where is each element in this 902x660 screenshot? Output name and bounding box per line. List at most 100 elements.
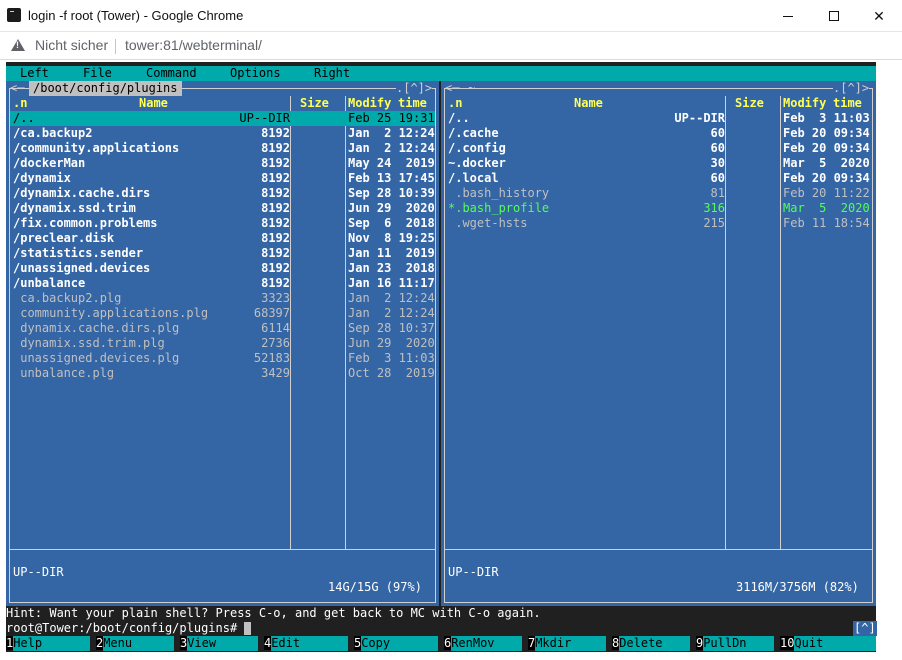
right-file-row[interactable]: /.local 60 Feb 20 09:34 xyxy=(441,171,871,186)
url-text[interactable]: tower:81/webterminal/ xyxy=(125,37,262,53)
function-key-bar: 1 Help 2 Menu 3 View 4 Edit 5 Copy 6 RenMov 7 Mkdir 8 D… xyxy=(6,636,876,651)
left-panel-corner[interactable]: .[^]> xyxy=(396,81,433,96)
left-file-row[interactable]: /dynamix 8192 Feb 13 17:45 xyxy=(6,171,436,186)
scroll-indicator[interactable]: [^] xyxy=(853,621,877,636)
right-file-row[interactable]: /.cache 60 Feb 20 09:34 xyxy=(441,126,871,141)
left-file-name: /community.applications xyxy=(13,141,180,155)
left-file-row[interactable]: /unassigned.devices 8192 Jan 23 2018 xyxy=(6,261,436,276)
left-hdr-time[interactable]: time xyxy=(398,96,427,111)
fkey-help-button[interactable]: 1 Help xyxy=(6,636,90,651)
right-hdr-sort[interactable]: .n xyxy=(448,96,462,111)
menu-options[interactable]: Options xyxy=(230,66,281,81)
left-file-row[interactable]: /dynamix.cache.dirs 8192 Sep 28 10:39 xyxy=(6,186,436,201)
left-file-date: Sep 28 10:37 xyxy=(348,321,435,335)
fkey-pulldn-button[interactable]: 9 PullDn xyxy=(696,636,774,651)
left-disk-usage: 14G/15G (97%) xyxy=(326,580,424,595)
left-file-size: 52183 xyxy=(253,351,290,365)
right-file-row[interactable]: /.. UP--DIR Feb 3 11:03 xyxy=(441,111,871,126)
right-file-size: 60 xyxy=(710,126,725,140)
left-panel-path[interactable]: /boot/config/plugins xyxy=(29,81,182,96)
right-panel-path[interactable]: ~ xyxy=(468,81,475,96)
fkey-label: Copy xyxy=(361,636,438,651)
left-file-row[interactable]: /.. UP--DIR Feb 25 19:31 xyxy=(6,111,436,126)
right-file-row[interactable]: *.bash_profile 316 Mar 5 2020 xyxy=(441,201,871,216)
fkey-mkdir-button[interactable]: 7 Mkdir xyxy=(528,636,606,651)
left-file-name: /fix.common.problems xyxy=(13,216,158,230)
left-panel[interactable]: <─ /boot/config/plugins .[^]> .n Name Si… xyxy=(6,81,439,606)
left-file-name: /.. xyxy=(13,111,35,125)
left-panel-status: UP--DIR xyxy=(13,565,64,579)
maximize-button[interactable] xyxy=(811,0,857,32)
menu-file[interactable]: File xyxy=(83,66,112,81)
right-file-date: Feb 20 09:34 xyxy=(783,126,870,140)
right-file-name: .wget-hsts xyxy=(448,216,528,230)
left-file-row[interactable]: dynamix.cache.dirs.plg 6114 Sep 28 10:37 xyxy=(6,321,436,336)
left-file-row[interactable]: unbalance.plg 3429 Oct 28 2019 xyxy=(6,366,436,381)
left-file-row[interactable]: /dynamix.ssd.trim 8192 Jun 29 2020 xyxy=(6,201,436,216)
right-hdr-size[interactable]: Size xyxy=(735,96,764,111)
minimize-button[interactable] xyxy=(765,0,811,32)
left-hdr-size[interactable]: Size xyxy=(300,96,329,111)
left-file-row[interactable]: /dockerMan 8192 May 24 2019 xyxy=(6,156,436,171)
fkey-label: Help xyxy=(13,636,90,651)
right-disk-usage: 3116M/3756M (82%) xyxy=(734,580,861,595)
close-button[interactable]: ✕ xyxy=(856,0,902,32)
right-file-date: Feb 20 09:34 xyxy=(783,141,870,155)
security-indicator[interactable]: Nicht sicher xyxy=(35,37,108,53)
fkey-copy-button[interactable]: 5 Copy xyxy=(354,636,438,651)
warning-icon[interactable] xyxy=(11,39,25,51)
left-hdr-sort[interactable]: .n xyxy=(13,96,27,111)
left-file-row[interactable]: /statistics.sender 8192 Jan 11 2019 xyxy=(6,246,436,261)
fkey-quit-button[interactable]: 10 Quit xyxy=(780,636,876,651)
left-file-date: Nov 8 19:25 xyxy=(348,231,435,245)
left-file-name: /dynamix.cache.dirs xyxy=(13,186,151,200)
left-hdr-modify[interactable]: Modify xyxy=(348,96,391,111)
right-panel[interactable]: <─ ~ .[^]> .n Name Size Modify time /.. U… xyxy=(441,81,876,606)
web-terminal[interactable]: Left File Command Options Right <─ /boot… xyxy=(0,60,902,660)
fkey-number: 9 xyxy=(696,636,704,650)
left-file-row[interactable]: unassigned.devices.plg 52183 Feb 3 11:03 xyxy=(6,351,436,366)
left-file-date: Jan 11 2019 xyxy=(348,246,435,260)
right-hdr-time[interactable]: time xyxy=(833,96,862,111)
right-panel-corner[interactable]: .[^]> xyxy=(833,81,870,96)
fkey-edit-button[interactable]: 4 Edit xyxy=(264,636,348,651)
fkey-menu-button[interactable]: 2 Menu xyxy=(96,636,174,651)
fkey-view-button[interactable]: 3 View xyxy=(180,636,258,651)
left-hdr-name[interactable]: Name xyxy=(139,96,168,111)
left-file-row[interactable]: ca.backup2.plg 3323 Jan 2 12:24 xyxy=(6,291,436,306)
left-file-size: 2736 xyxy=(261,336,290,350)
left-file-size: 6114 xyxy=(261,321,290,335)
right-hdr-modify[interactable]: Modify xyxy=(783,96,826,111)
fkey-renmov-button[interactable]: 6 RenMov xyxy=(444,636,522,651)
mc-menubar: Left File Command Options Right xyxy=(6,66,876,81)
left-file-date: Feb 25 19:31 xyxy=(348,111,435,125)
right-file-row[interactable]: .bash_history 81 Feb 20 11:22 xyxy=(441,186,871,201)
left-file-size: 8192 xyxy=(261,156,290,170)
right-file-row[interactable]: ~.docker 30 Mar 5 2020 xyxy=(441,156,871,171)
right-panel-status: UP--DIR xyxy=(448,565,499,579)
left-file-name: /unassigned.devices xyxy=(13,261,151,275)
left-file-row[interactable]: /fix.common.problems 8192 Sep 6 2018 xyxy=(6,216,436,231)
left-file-row[interactable]: /preclear.disk 8192 Nov 8 19:25 xyxy=(6,231,436,246)
menu-right[interactable]: Right xyxy=(314,66,350,81)
menu-command[interactable]: Command xyxy=(146,66,197,81)
left-file-row[interactable]: /unbalance 8192 Jan 16 11:17 xyxy=(6,276,436,291)
right-file-row[interactable]: /.config 60 Feb 20 09:34 xyxy=(441,141,871,156)
shell-prompt[interactable]: root@Tower:/boot/config/plugins# xyxy=(6,621,876,636)
address-bar[interactable]: Nicht sicher tower:81/webterminal/ xyxy=(0,32,902,60)
close-icon: ✕ xyxy=(873,7,885,24)
left-file-row[interactable]: community.applications.plg 68397 Jan 2 12:… xyxy=(6,306,436,321)
terminal-screen[interactable]: Left File Command Options Right <─ /boot… xyxy=(6,62,877,652)
left-file-row[interactable]: dynamix.ssd.trim.plg 2736 Jun 29 2020 xyxy=(6,336,436,351)
left-file-row[interactable]: /ca.backup2 8192 Jan 2 12:24 xyxy=(6,126,436,141)
left-panel-nav-arrow[interactable]: <─ xyxy=(10,81,24,96)
menu-left[interactable]: Left xyxy=(20,66,49,81)
right-file-name: *.bash_profile xyxy=(448,201,550,215)
left-file-date: Feb 13 17:45 xyxy=(348,171,435,185)
fkey-delete-button[interactable]: 8 Delete xyxy=(612,636,690,651)
left-file-row[interactable]: /community.applications 8192 Jan 2 12:24 xyxy=(6,141,436,156)
right-hdr-name[interactable]: Name xyxy=(574,96,603,111)
fkey-number: 2 xyxy=(96,636,104,650)
right-panel-nav-arrow[interactable]: <─ xyxy=(445,81,459,96)
right-file-row[interactable]: .wget-hsts 215 Feb 11 18:54 xyxy=(441,216,871,231)
